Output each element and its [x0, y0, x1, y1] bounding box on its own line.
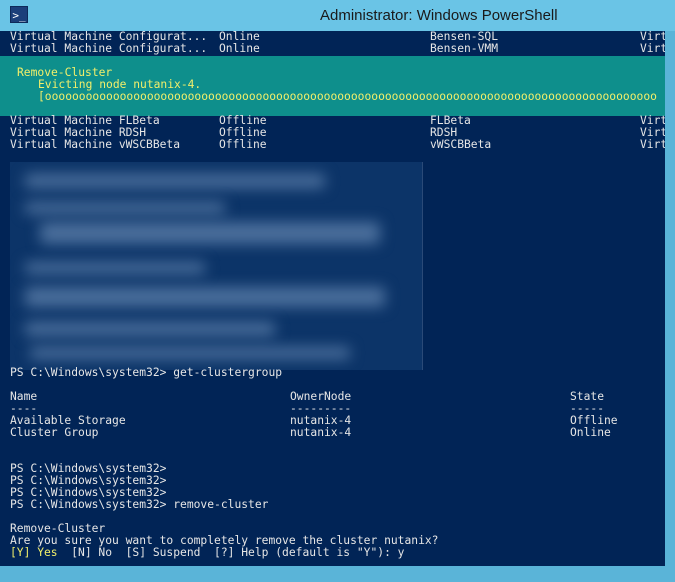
window-border-bottom: [0, 566, 675, 582]
row-name: Virtual Machine vWSCBBeta: [10, 138, 181, 151]
row-state: Online: [219, 42, 260, 55]
title-bar[interactable]: >_ Administrator: Windows PowerShell: [0, 0, 675, 31]
table-cell-owner: nutanix-4: [290, 426, 352, 439]
command-line: PS C:\Windows\system32> get-clustergroup: [10, 366, 283, 379]
row-type: Virtu: [640, 42, 665, 55]
window-title: Administrator: Windows PowerShell: [320, 7, 558, 24]
row-owner: vWSCBBeta: [430, 138, 492, 151]
prompt-line: PS C:\Windows\system32> remove-cluster: [10, 498, 269, 511]
powershell-icon[interactable]: >_: [10, 6, 28, 23]
redacted-region: [10, 162, 423, 370]
row-type: Virtu: [640, 138, 665, 151]
row-name: Virtual Machine Configurat...: [10, 42, 208, 55]
progress-panel: Remove-Cluster Evicting node nutanix-4. …: [0, 56, 665, 116]
progress-bar: [ooooooooooooooooooooooooooooooooooooooo…: [38, 90, 657, 103]
row-owner: Bensen-VMM: [430, 42, 499, 55]
confirm-choices[interactable]: [Y] Yes [N] No [S] Suspend [?] Help (def…: [10, 547, 404, 559]
console-area[interactable]: Virtual Machine Configurat... Online Ben…: [0, 31, 665, 566]
window-border-right: [665, 31, 675, 582]
row-state: Offline: [219, 138, 267, 151]
table-cell-name: Cluster Group: [10, 426, 99, 439]
other-choices[interactable]: [N] No [S] Suspend [?] Help (default is …: [58, 546, 404, 559]
table-cell-state: Online: [570, 426, 611, 439]
yes-choice[interactable]: [Y] Yes: [10, 546, 58, 559]
